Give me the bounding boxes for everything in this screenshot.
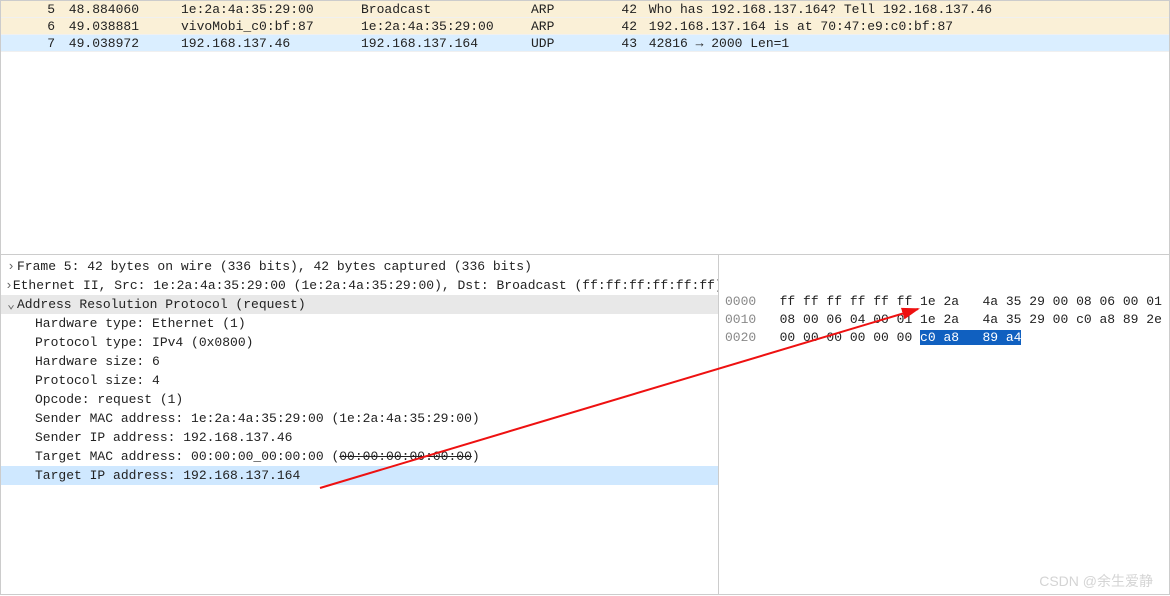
hex-line[interactable]: 0020 00 00 00 00 00 00 c0 a8 89 a4 [725, 329, 1163, 347]
hex-line[interactable]: 0010 08 00 06 04 00 01 1e 2a 4a 35 29 00… [725, 311, 1163, 329]
tree-arp-label: Address Resolution Protocol (request) [17, 295, 306, 314]
chevron-right-icon: › [5, 276, 13, 295]
packet-row[interactable]: 6 49.038881vivoMobi_c0:bf:871e:2a:4a:35:… [1, 18, 1169, 35]
packet-row[interactable]: 5 48.8840601e:2a:4a:35:29:00BroadcastARP… [1, 1, 1169, 18]
tree-frame[interactable]: › Frame 5: 42 bytes on wire (336 bits), … [1, 257, 718, 276]
packet-details-pane[interactable]: › Frame 5: 42 bytes on wire (336 bits), … [1, 255, 719, 594]
tree-eth-label: Ethernet II, Src: 1e:2a:4a:35:29:00 (1e:… [13, 276, 719, 295]
chevron-down-icon: ⌄ [5, 295, 17, 314]
packet-list-pane[interactable]: 5 48.8840601e:2a:4a:35:29:00BroadcastARP… [0, 0, 1170, 255]
tree-field[interactable]: Sender MAC address: 1e:2a:4a:35:29:00 (1… [1, 409, 718, 428]
tree-field[interactable]: Protocol size: 4 [1, 371, 718, 390]
tree-field[interactable]: Hardware type: Ethernet (1) [1, 314, 718, 333]
tree-frame-label: Frame 5: 42 bytes on wire (336 bits), 42… [17, 257, 532, 276]
tree-arp[interactable]: ⌄ Address Resolution Protocol (request) [1, 295, 718, 314]
tree-field[interactable]: Target IP address: 192.168.137.164 [1, 466, 718, 485]
tree-field[interactable]: Hardware size: 6 [1, 352, 718, 371]
watermark: CSDN @余生爱静 [1039, 572, 1153, 590]
tree-field[interactable]: Target MAC address: 00:00:00_00:00:00 (0… [1, 447, 718, 466]
hex-line[interactable]: 0000 ff ff ff ff ff ff 1e 2a 4a 35 29 00… [725, 293, 1163, 311]
chevron-right-icon: › [5, 257, 17, 276]
tree-eth[interactable]: › Ethernet II, Src: 1e:2a:4a:35:29:00 (1… [1, 276, 718, 295]
tree-field[interactable]: Sender IP address: 192.168.137.46 [1, 428, 718, 447]
packet-bytes-pane[interactable]: 0000 ff ff ff ff ff ff 1e 2a 4a 35 29 00… [719, 255, 1169, 594]
packet-row[interactable]: 7 49.038972192.168.137.46192.168.137.164… [1, 35, 1169, 52]
tree-field[interactable]: Protocol type: IPv4 (0x0800) [1, 333, 718, 352]
tree-field[interactable]: Opcode: request (1) [1, 390, 718, 409]
